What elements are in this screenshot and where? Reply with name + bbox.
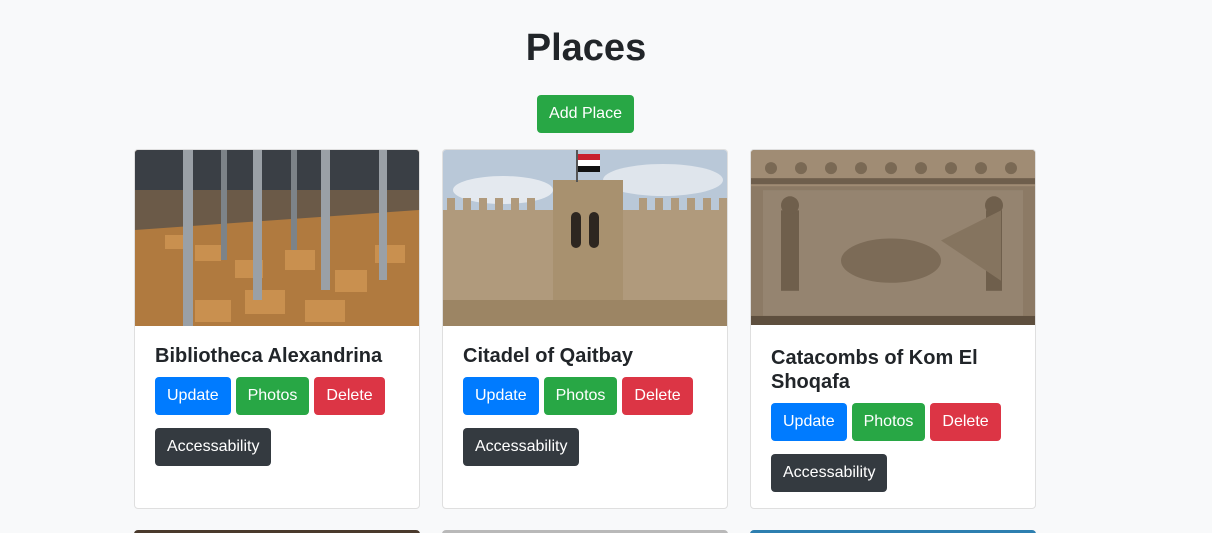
photos-button[interactable]: Photos (235, 377, 310, 415)
card-actions: Update Photos Delete Accessability (771, 403, 1021, 492)
place-card: Catacombs of Kom El Shoqafa Update Photo… (750, 149, 1036, 509)
place-name: Catacombs of Kom El Shoqafa (771, 347, 978, 393)
update-button[interactable]: Update (155, 377, 231, 415)
card-body: Citadel of Qaitbay Update Photos Delete … (463, 344, 713, 466)
delete-button[interactable]: Delete (930, 403, 1001, 441)
card-body: Bibliotheca Alexandrina Update Photos De… (155, 344, 405, 466)
update-button[interactable]: Update (771, 403, 847, 441)
place-name: Citadel of Qaitbay (463, 345, 634, 367)
places-page: Places Add Place Bibliotheca Alexandrina… (0, 0, 1212, 533)
card-body: Catacombs of Kom El Shoqafa Update Photo… (771, 346, 1021, 492)
page-title: Places (525, 27, 647, 69)
place-image (135, 150, 419, 326)
card-actions: Update Photos Delete Accessability (155, 377, 405, 466)
photos-button[interactable]: Photos (851, 403, 926, 441)
accessability-button[interactable]: Accessability (771, 454, 888, 492)
delete-button[interactable]: Delete (314, 377, 385, 415)
place-image (751, 150, 1035, 325)
delete-button[interactable]: Delete (622, 377, 693, 415)
accessability-button[interactable]: Accessability (463, 428, 580, 466)
place-image (443, 150, 727, 326)
card-actions: Update Photos Delete Accessability (463, 377, 713, 466)
photos-button[interactable]: Photos (543, 377, 618, 415)
accessability-button[interactable]: Accessability (155, 428, 272, 466)
place-name: Bibliotheca Alexandrina (155, 345, 383, 367)
add-place-button[interactable]: Add Place (537, 95, 634, 133)
place-card: Citadel of Qaitbay Update Photos Delete … (442, 149, 728, 509)
place-card: Bibliotheca Alexandrina Update Photos De… (134, 149, 420, 509)
update-button[interactable]: Update (463, 377, 539, 415)
